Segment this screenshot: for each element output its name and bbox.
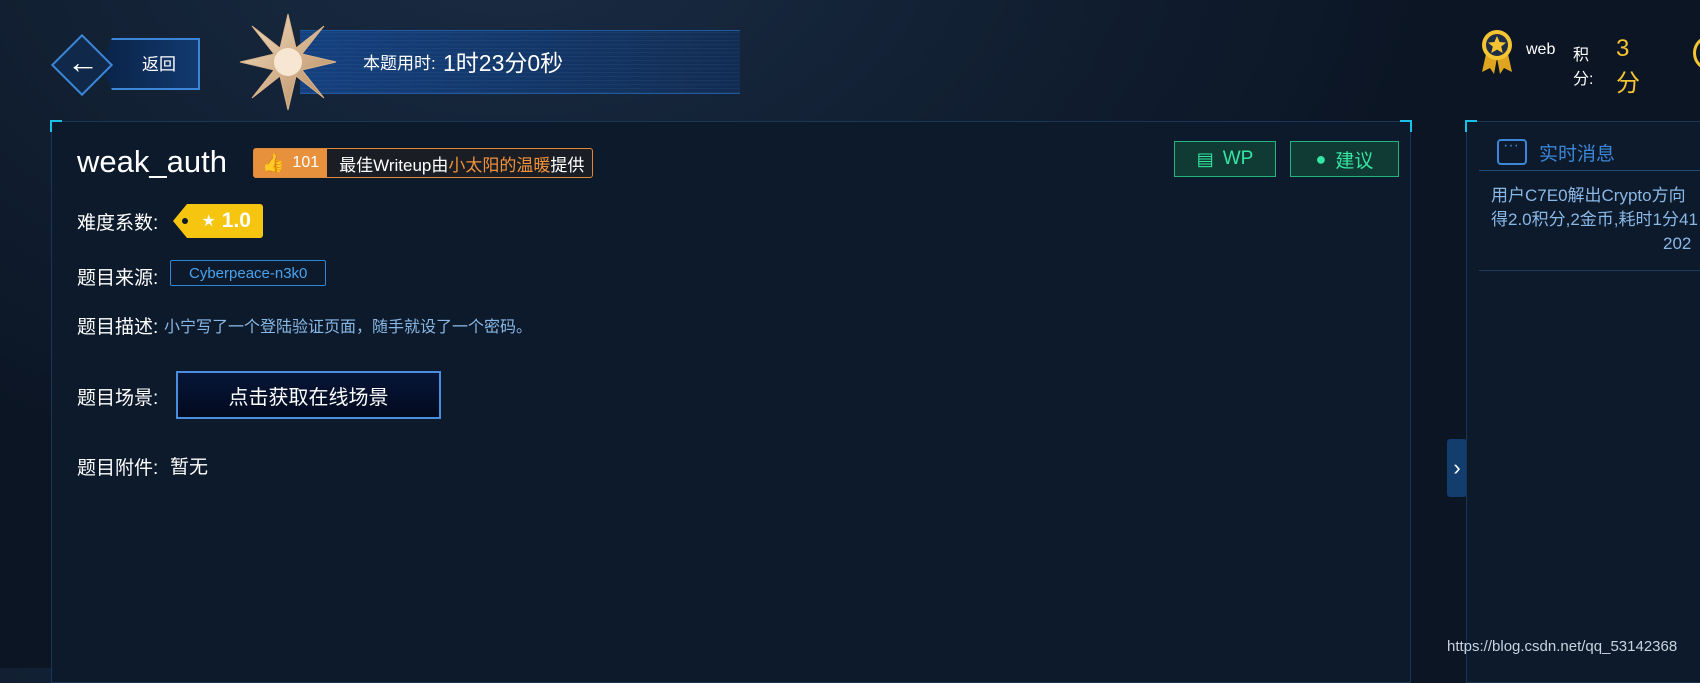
document-icon: ▤ — [1196, 148, 1214, 169]
description-label: 题目描述: — [77, 317, 159, 338]
news-line: 202 — [1663, 234, 1692, 253]
corner-decoration — [1400, 120, 1412, 132]
news-item: 用户C7E0解出Crypto方向 得2.0积分,2金币,耗时1分41 202 — [1491, 184, 1700, 256]
divider — [1479, 270, 1700, 271]
news-line: 得2.0积分,2金币,耗时1分41 — [1491, 210, 1698, 229]
wp-label: WP — [1222, 148, 1254, 169]
scene-label: 题目场景: — [77, 388, 159, 409]
difficulty-label: 难度系数: — [77, 213, 159, 234]
star-icon: ★ — [201, 213, 216, 230]
timer-value: 1时23分0秒 — [443, 50, 564, 76]
back-button[interactable]: ← 返回 — [50, 33, 200, 97]
divider — [1479, 170, 1700, 171]
suggest-label: 建议 — [1335, 150, 1374, 172]
collapse-toggle[interactable]: › — [1447, 439, 1467, 497]
like-count: 101 — [292, 154, 320, 171]
points-value: 3分 — [1616, 35, 1640, 97]
writeup-credit: 最佳Writeup由小太阳的温暖提供 — [327, 151, 592, 176]
news-panel: 实时消息 用户C7E0解出Crypto方向 得2.0积分,2金币,耗时1分41 … — [1465, 120, 1700, 683]
watermark: https://blog.csdn.net/qq_53142368 — [1447, 638, 1678, 655]
description-text: 小宁写了一个登陆验证页面，随手就设了一个密码。 — [164, 319, 533, 336]
get-scene-button[interactable]: 点击获取在线场景 — [176, 371, 441, 419]
coin-icon — [1693, 35, 1700, 71]
points-label: 积分: — [1573, 47, 1594, 88]
difficulty-tag: ★ 1.0 — [173, 204, 263, 238]
news-line: 用户C7E0解出Crypto方向 — [1491, 186, 1686, 205]
like-counter[interactable]: 👍 101 — [254, 149, 328, 177]
source-label: 题目来源: — [77, 268, 159, 289]
writeup-suffix: 提供 — [550, 155, 585, 175]
challenge-title: weak_auth — [77, 144, 227, 179]
corner-decoration — [1465, 120, 1477, 132]
timer-label: 本题用时: — [363, 54, 436, 73]
thumbs-up-icon: 👍 — [262, 152, 285, 173]
writeup-author[interactable]: 小太阳的温暖 — [448, 156, 550, 175]
challenge-panel: weak_auth 👍 101 最佳Writeup由小太阳的温暖提供 ▤ WP … — [50, 120, 1412, 683]
corner-decoration — [50, 120, 62, 132]
attachment-label: 题目附件: — [77, 458, 159, 479]
difficulty-value: 1.0 — [221, 209, 251, 232]
star-badge-icon — [239, 13, 337, 111]
user-name[interactable]: web — [1526, 41, 1555, 59]
back-label: 返回 — [142, 55, 176, 74]
writeup-badge[interactable]: 👍 101 最佳Writeup由小太阳的温暖提供 — [253, 148, 594, 178]
news-title: 实时消息 — [1539, 143, 1616, 165]
chat-icon — [1497, 137, 1527, 165]
tag-hole — [182, 218, 188, 224]
attachment-value: 暂无 — [170, 457, 209, 478]
back-arrow-icon: ← — [67, 44, 99, 80]
medal-icon — [1482, 30, 1512, 74]
news-header: 实时消息 — [1497, 132, 1615, 172]
wp-button[interactable]: ▤ WP — [1174, 141, 1276, 177]
writeup-prefix: 最佳Writeup由 — [339, 155, 449, 175]
lightbulb-icon: ● — [1315, 148, 1327, 169]
suggest-button[interactable]: ● 建议 — [1290, 141, 1399, 177]
source-chip[interactable]: Cyberpeace-n3k0 — [170, 260, 327, 286]
chevron-right-icon: › — [1453, 455, 1461, 480]
